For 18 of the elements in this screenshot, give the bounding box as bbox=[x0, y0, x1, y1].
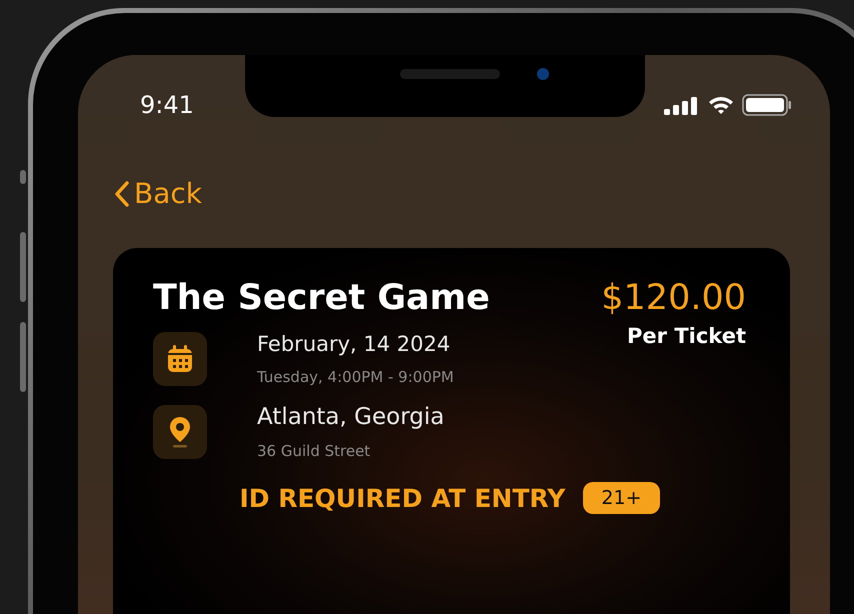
camera-icon bbox=[537, 68, 549, 80]
detail-title: Atlanta, Georgia bbox=[257, 404, 444, 430]
chevron-left-icon bbox=[114, 180, 130, 208]
battery-icon bbox=[742, 94, 792, 116]
location-pin-icon bbox=[169, 416, 191, 448]
price-caption: Per Ticket bbox=[627, 324, 746, 348]
detail-subtitle: Tuesday, 4:00PM - 9:00PM bbox=[257, 368, 454, 386]
calendar-icon bbox=[167, 345, 193, 373]
wifi-icon bbox=[708, 95, 734, 115]
detail-title: February, 14 2024 bbox=[257, 332, 452, 356]
ticket-price: $120.00 bbox=[601, 278, 746, 318]
event-title: The Secret Game bbox=[153, 278, 491, 318]
age-badge: 21+ bbox=[583, 482, 660, 514]
detail-subtitle: 36 Guild Street bbox=[257, 442, 372, 460]
back-button[interactable]: Back bbox=[114, 177, 202, 210]
status-time: 9:41 bbox=[140, 91, 194, 119]
id-notice: ID REQUIRED AT ENTRY bbox=[239, 484, 566, 512]
signal-icon bbox=[664, 95, 700, 115]
